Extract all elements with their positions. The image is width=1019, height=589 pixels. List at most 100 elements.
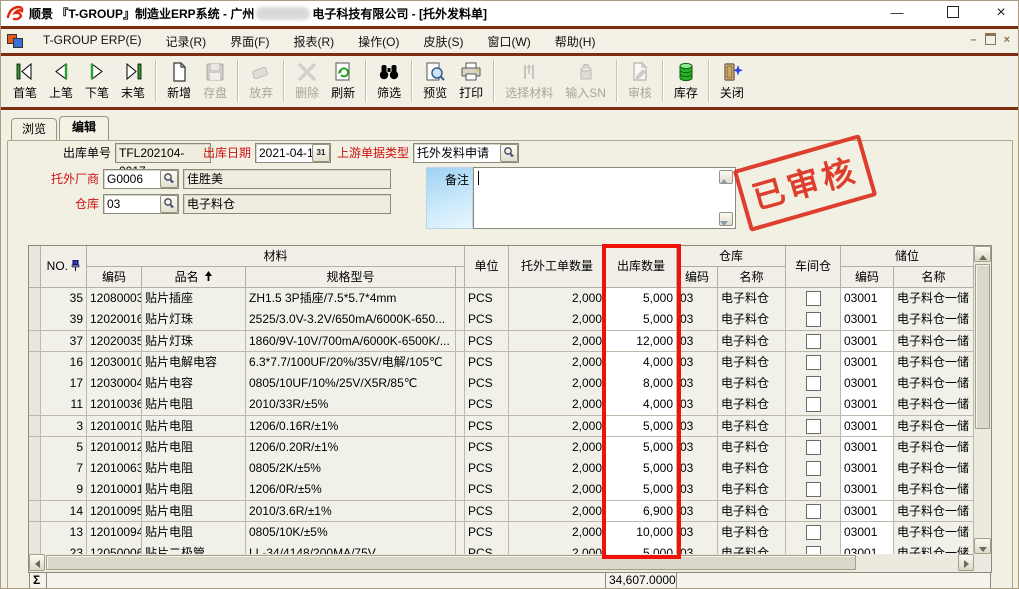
maximize-button[interactable] [939, 3, 967, 23]
toolbar-button-new-doc[interactable]: 新增 [161, 59, 197, 103]
grid-hscrollbar[interactable] [29, 554, 974, 571]
remark-scroll-up-button[interactable] [719, 170, 733, 184]
cell-name[interactable]: 贴片电容 [142, 373, 246, 395]
cell-spec[interactable]: 2010/33R/±5% [246, 394, 456, 416]
menu-item[interactable]: 记录(R) [153, 30, 218, 53]
cell-no[interactable]: 3 [41, 416, 87, 438]
header-no[interactable]: NO. [41, 246, 87, 288]
minimize-button[interactable]: — [883, 3, 911, 23]
cell-name[interactable]: 贴片电阻 [142, 416, 246, 438]
hscroll-thumb[interactable] [46, 555, 856, 570]
cell-code[interactable]: 12020035 [87, 331, 142, 353]
upstream-lookup-button[interactable] [500, 144, 518, 162]
vendor-lookup-button[interactable] [160, 170, 178, 188]
cell-unit[interactable]: PCS [465, 543, 509, 554]
workshop-checkbox[interactable] [806, 376, 821, 391]
cell-spec[interactable]: ZH1.5 3P插座/7.5*5.7*4mm [246, 288, 456, 310]
header-wh_name[interactable]: 名称 [718, 267, 786, 288]
toolbar-button-refresh[interactable]: 刷新 [325, 59, 361, 103]
cell-spec[interactable]: 0805/2K/±5% [246, 458, 456, 480]
cell-order_qty[interactable]: 2,000 [509, 437, 606, 459]
cell-loc_code[interactable]: 03001 [841, 309, 894, 331]
mdi-restore-icon[interactable] [985, 33, 996, 45]
workshop-checkbox[interactable] [806, 355, 821, 370]
workshop-checkbox[interactable] [806, 461, 821, 476]
cell-wh_name[interactable]: 电子料仓 [718, 352, 786, 374]
toolbar-button-close-door[interactable]: 关闭 [714, 59, 750, 103]
header-warehouse-group[interactable]: 仓库 [677, 246, 786, 267]
cell-no[interactable]: 14 [41, 501, 87, 523]
cell-out_qty[interactable]: 5,000 [606, 479, 677, 501]
cell-loc_code[interactable]: 03001 [841, 501, 894, 523]
cell-code[interactable]: 12030010 [87, 352, 142, 374]
cell-wh_code[interactable]: 03 [677, 437, 718, 459]
cell-unit[interactable]: PCS [465, 352, 509, 374]
cell-loc_code[interactable]: 03001 [841, 416, 894, 438]
cell-workshop[interactable] [786, 352, 841, 374]
cell-code[interactable]: 12010094 [87, 522, 142, 544]
cell-order_qty[interactable]: 2,000 [509, 394, 606, 416]
mdi-minimize-icon[interactable]: – [970, 33, 976, 47]
cell-loc_name[interactable]: 电子料仓一储 [894, 501, 974, 523]
header-spec[interactable]: 规格型号 [246, 267, 456, 288]
cell-workshop[interactable] [786, 501, 841, 523]
cell-no[interactable]: 16 [41, 352, 87, 374]
cell-no[interactable]: 35 [41, 288, 87, 310]
workshop-checkbox[interactable] [806, 546, 821, 554]
cell-code[interactable]: 12030004 [87, 373, 142, 395]
cell-out_qty[interactable]: 6,900 [606, 501, 677, 523]
cell-spec[interactable]: 1206/0.20R/±1% [246, 437, 456, 459]
cell-loc_name[interactable]: 电子料仓一储 [894, 288, 974, 310]
cell-name[interactable]: 贴片插座 [142, 288, 246, 310]
cell-order_qty[interactable]: 2,000 [509, 522, 606, 544]
cell-name[interactable]: 贴片电阻 [142, 522, 246, 544]
cell-no[interactable]: 17 [41, 373, 87, 395]
cell-code[interactable]: 12010063 [87, 458, 142, 480]
header-workshop[interactable]: 车间仓 [786, 246, 841, 288]
cell-loc_code[interactable]: 03001 [841, 288, 894, 310]
cell-wh_name[interactable]: 电子料仓 [718, 416, 786, 438]
cell-loc_code[interactable]: 03001 [841, 543, 894, 554]
cell-order_qty[interactable]: 2,000 [509, 479, 606, 501]
cell-workshop[interactable] [786, 543, 841, 554]
cell-no[interactable]: 7 [41, 458, 87, 480]
cell-loc_code[interactable]: 03001 [841, 458, 894, 480]
cell-wh_code[interactable]: 03 [677, 501, 718, 523]
vscroll-thumb[interactable] [975, 264, 990, 429]
header-location-group[interactable]: 储位 [841, 246, 974, 267]
cell-spec[interactable]: 2525/3.0V-3.2V/650mA/6000K-650... [246, 309, 456, 331]
workshop-checkbox[interactable] [806, 397, 821, 412]
menu-item[interactable]: 窗口(W) [475, 30, 542, 53]
cell-out_qty[interactable]: 8,000 [606, 373, 677, 395]
toolbar-button-inventory-drum[interactable]: 库存 [668, 59, 704, 103]
cell-unit[interactable]: PCS [465, 458, 509, 480]
cell-wh_code[interactable]: 03 [677, 416, 718, 438]
cell-order_qty[interactable]: 2,000 [509, 458, 606, 480]
cell-name[interactable]: 贴片电阻 [142, 479, 246, 501]
cell-wh_code[interactable]: 03 [677, 458, 718, 480]
menu-item[interactable]: 报表(R) [281, 30, 346, 53]
cell-loc_code[interactable]: 03001 [841, 394, 894, 416]
cell-wh_code[interactable]: 03 [677, 394, 718, 416]
cell-code[interactable]: 12050006 [87, 543, 142, 554]
cell-no[interactable]: 37 [41, 331, 87, 353]
cell-no[interactable]: 13 [41, 522, 87, 544]
cell-name[interactable]: 贴片电阻 [142, 501, 246, 523]
cell-loc_code[interactable]: 03001 [841, 479, 894, 501]
tab-browse[interactable]: 浏览 [11, 118, 57, 141]
cell-workshop[interactable] [786, 394, 841, 416]
header-out_qty[interactable]: 出库数量 [606, 246, 677, 288]
cell-name[interactable]: 贴片电阻 [142, 437, 246, 459]
remark-textarea[interactable] [473, 167, 736, 229]
workshop-checkbox[interactable] [806, 440, 821, 455]
cell-code[interactable]: 12010010 [87, 416, 142, 438]
cell-wh_name[interactable]: 电子料仓 [718, 501, 786, 523]
cell-workshop[interactable] [786, 288, 841, 310]
cell-wh_name[interactable]: 电子料仓 [718, 437, 786, 459]
menu-item[interactable]: T-GROUP ERP(E) [31, 30, 153, 53]
cell-code[interactable]: 12010012 [87, 437, 142, 459]
cell-wh_code[interactable]: 03 [677, 479, 718, 501]
cell-out_qty[interactable]: 5,000 [606, 458, 677, 480]
warehouse-lookup-button[interactable] [160, 195, 178, 213]
workshop-checkbox[interactable] [806, 334, 821, 349]
